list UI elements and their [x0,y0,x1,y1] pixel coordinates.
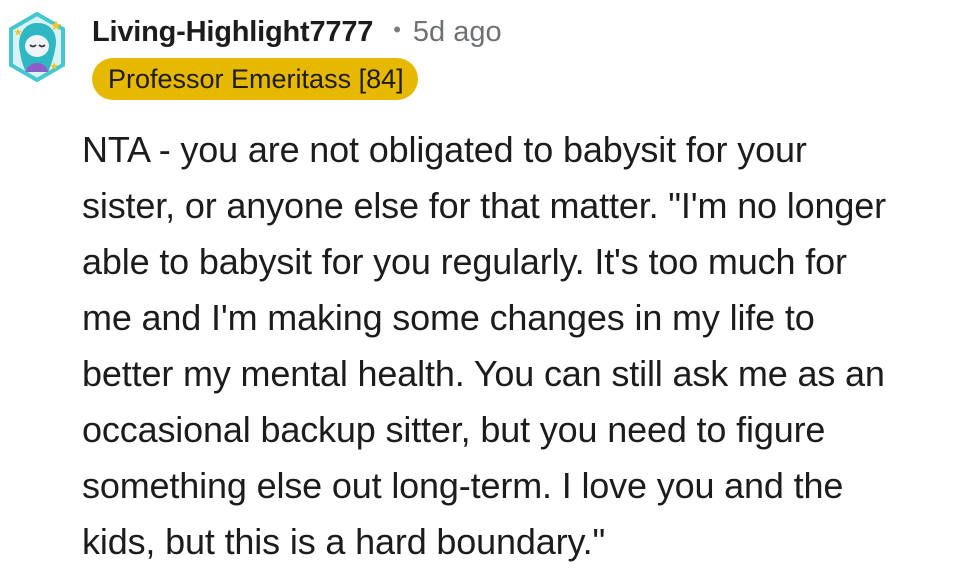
comment-header: Living-Highlight7777 • 5d ago [92,10,502,54]
user-flair: Professor Emeritass [84] [92,58,418,100]
username[interactable]: Living-Highlight7777 [92,16,373,49]
comment: Living-Highlight7777 • 5d ago Professor … [0,0,978,576]
separator-dot: • [393,17,401,42]
comment-body: NTA - you are not obligated to babysit f… [82,129,886,562]
comment-age[interactable]: 5d ago [413,16,502,49]
snoo-avatar-icon [9,11,65,83]
avatar[interactable] [8,11,66,83]
